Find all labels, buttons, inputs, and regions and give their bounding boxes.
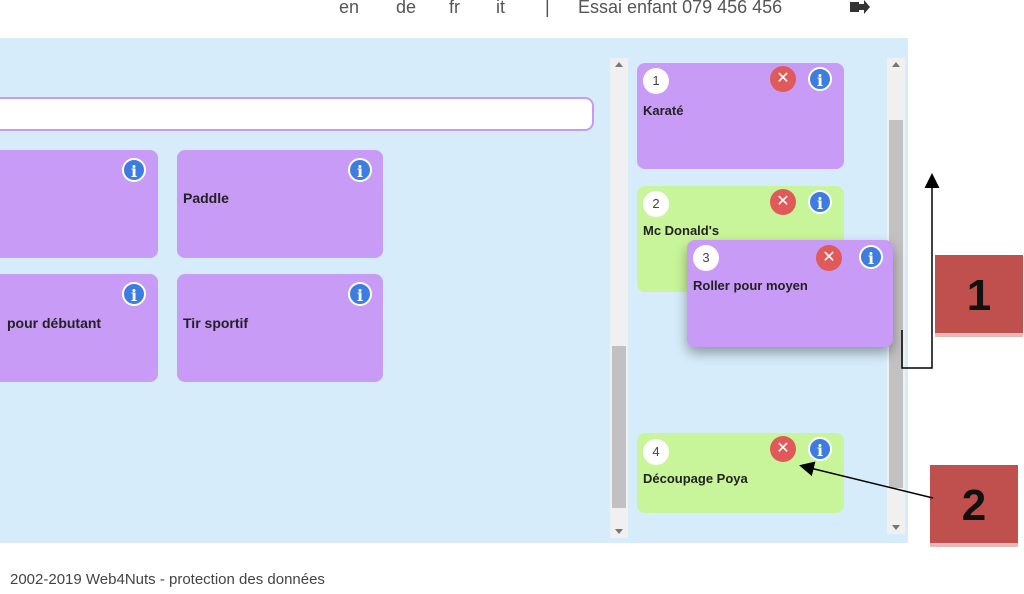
lang-it[interactable]: it	[496, 0, 505, 18]
item-number: 2	[643, 191, 669, 217]
info-icon[interactable]: i	[348, 282, 372, 306]
activity-card-tir-sportif[interactable]: Tir sportif i	[177, 274, 383, 382]
scroll-down-icon[interactable]	[615, 529, 623, 534]
info-icon[interactable]: i	[859, 245, 883, 269]
item-title: Karaté	[643, 103, 684, 118]
lang-de[interactable]: de	[396, 0, 416, 18]
info-icon[interactable]: i	[122, 282, 146, 306]
scroll-up-icon[interactable]	[892, 62, 900, 67]
info-icon[interactable]: i	[808, 67, 832, 91]
activity-title: Tir sportif	[183, 315, 249, 331]
lang-fr[interactable]: fr	[449, 0, 460, 18]
dragged-item-3[interactable]: 3 ✕ i Roller pour moyen	[687, 240, 893, 347]
callout-2: 2	[930, 465, 1018, 547]
scroll-thumb[interactable]	[612, 346, 626, 508]
delete-icon[interactable]: ✕	[770, 189, 796, 215]
scroll-up-icon[interactable]	[615, 62, 623, 67]
page: en de fr it | Essai enfant 079 456 456 i…	[0, 0, 1024, 594]
info-icon[interactable]: i	[122, 158, 146, 182]
selected-item-4[interactable]: 4 ✕ i Découpage Poya	[637, 433, 844, 513]
delete-icon[interactable]: ✕	[770, 66, 796, 92]
activity-card-paddle[interactable]: Paddle i	[177, 150, 383, 258]
top-bar: en de fr it | Essai enfant 079 456 456	[0, 0, 910, 30]
callout-1: 1	[935, 255, 1023, 337]
logout-icon[interactable]	[850, 0, 870, 14]
activity-title: pour débutant	[7, 315, 102, 331]
item-number: 4	[643, 439, 669, 465]
delete-icon[interactable]: ✕	[770, 436, 796, 462]
footer-text[interactable]: 2002-2019 Web4Nuts - protection des donn…	[10, 571, 325, 588]
info-icon[interactable]: i	[808, 190, 832, 214]
lang-en[interactable]: en	[339, 0, 359, 18]
user-name[interactable]: Essai enfant 079 456 456	[578, 0, 782, 18]
activity-card[interactable]: i	[0, 150, 158, 258]
item-title: Roller pour moyen	[693, 278, 808, 293]
main-panel: i Paddle i pour débutant i Tir sportif i	[0, 38, 908, 543]
item-number: 1	[643, 68, 669, 94]
scroll-down-icon[interactable]	[892, 525, 900, 530]
selected-item-1[interactable]: 1 ✕ i Karaté	[637, 63, 844, 169]
activity-card-debutant[interactable]: pour débutant i	[0, 274, 158, 382]
info-icon[interactable]: i	[348, 158, 372, 182]
item-title: Mc Donald's	[643, 223, 720, 238]
item-title: Découpage Poya	[643, 471, 748, 486]
search-input[interactable]	[0, 97, 594, 131]
activity-title: Paddle	[183, 190, 229, 206]
lang-separator: |	[545, 0, 550, 17]
delete-icon[interactable]: ✕	[816, 245, 842, 271]
selection-scrollbar[interactable]	[610, 58, 628, 538]
item-number: 3	[693, 245, 719, 271]
info-icon[interactable]: i	[808, 437, 832, 461]
